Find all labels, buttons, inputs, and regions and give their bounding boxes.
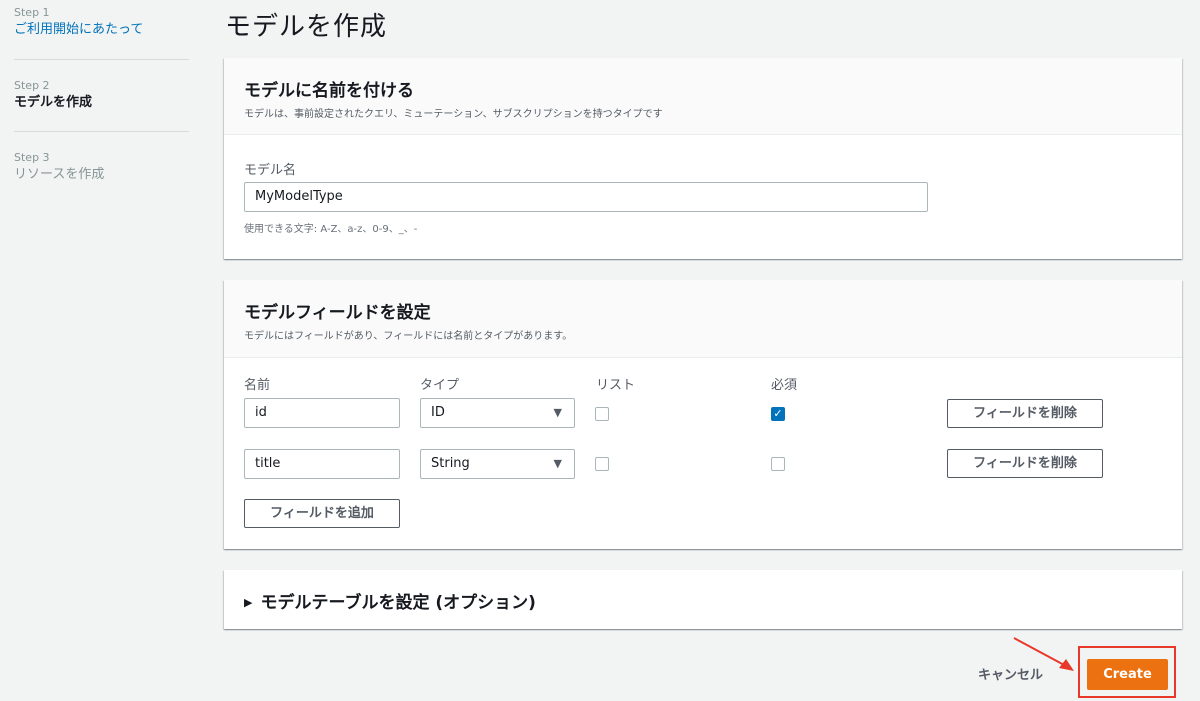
column-header-list: リスト: [596, 378, 636, 393]
panel-title: モデルに名前を付ける: [244, 81, 414, 101]
step-3-title: リソースを作成: [14, 167, 105, 182]
model-name-hint: 使用できる文字: A-Z、a-z、0-9、_、-: [244, 224, 418, 235]
model-name-panel: モデルに名前を付ける モデルは、事前設定されたクエリ、ミューテーション、サブスク…: [224, 58, 1182, 259]
step-1-link[interactable]: ご利用開始にあたって: [14, 20, 189, 40]
dropdown-arrow-icon: ▼: [553, 457, 562, 470]
model-name-label: モデル名: [244, 163, 297, 178]
required-checkbox[interactable]: [771, 457, 785, 471]
model-name-input[interactable]: MyModelType: [244, 182, 928, 212]
step-2-title: モデルを作成: [14, 95, 93, 110]
step-3-number: Step 3: [14, 151, 50, 164]
field-type-value: String: [431, 456, 470, 471]
field-type-select[interactable]: ID ▼: [420, 398, 575, 428]
annotation-arrow-icon: [1013, 637, 1074, 671]
step-1[interactable]: Step 1 ご利用開始にあたって: [14, 0, 189, 59]
expand-triangle-icon: ▶: [244, 596, 253, 609]
required-checkbox[interactable]: ✓: [771, 407, 785, 421]
checkmark-icon: ✓: [773, 407, 783, 420]
add-field-button[interactable]: フィールドを追加: [244, 499, 400, 528]
wizard-steps-sidebar: Step 1 ご利用開始にあたって Step 2 モデルを作成 Step 3 リ…: [14, 0, 189, 185]
step-3: Step 3 リソースを作成: [14, 132, 189, 185]
column-header-name: 名前: [244, 378, 271, 393]
page-title: モデルを作成: [225, 12, 388, 42]
model-name-panel-header: モデルに名前を付ける モデルは、事前設定されたクエリ、ミューテーション、サブスク…: [224, 58, 1182, 135]
column-header-required: 必須: [771, 378, 798, 393]
remove-field-button[interactable]: フィールドを削除: [947, 399, 1103, 428]
panel-title: モデルフィールドを設定: [244, 303, 431, 323]
create-button[interactable]: Create: [1087, 659, 1168, 690]
step-2-number: Step 2: [14, 79, 50, 92]
remove-field-button[interactable]: フィールドを削除: [947, 449, 1103, 478]
list-checkbox[interactable]: [595, 457, 609, 471]
column-header-type: タイプ: [420, 378, 460, 393]
dropdown-arrow-icon: ▼: [553, 406, 562, 419]
step-1-number: Step 1: [14, 6, 50, 19]
field-name-input[interactable]: title: [244, 449, 400, 479]
field-type-value: ID: [431, 405, 445, 420]
model-table-expander[interactable]: ▶ モデルテーブルを設定 (オプション): [244, 588, 536, 613]
expander-title: モデルテーブルを設定 (オプション): [260, 593, 536, 613]
panel-description: モデルは、事前設定されたクエリ、ミューテーション、サブスクリプションを持つタイプ…: [244, 109, 663, 120]
list-checkbox[interactable]: [595, 407, 609, 421]
panel-description: モデルにはフィールドがあり、フィールドには名前とタイプがあります。: [244, 331, 573, 342]
model-fields-panel-header: モデルフィールドを設定 モデルにはフィールドがあり、フィールドには名前とタイプが…: [224, 280, 1182, 358]
step-2: Step 2 モデルを作成: [14, 60, 189, 131]
model-table-panel: ▶ モデルテーブルを設定 (オプション): [224, 570, 1182, 629]
field-name-input[interactable]: id: [244, 398, 400, 428]
field-type-select[interactable]: String ▼: [420, 449, 575, 479]
model-fields-panel: モデルフィールドを設定 モデルにはフィールドがあり、フィールドには名前とタイプが…: [224, 280, 1182, 549]
